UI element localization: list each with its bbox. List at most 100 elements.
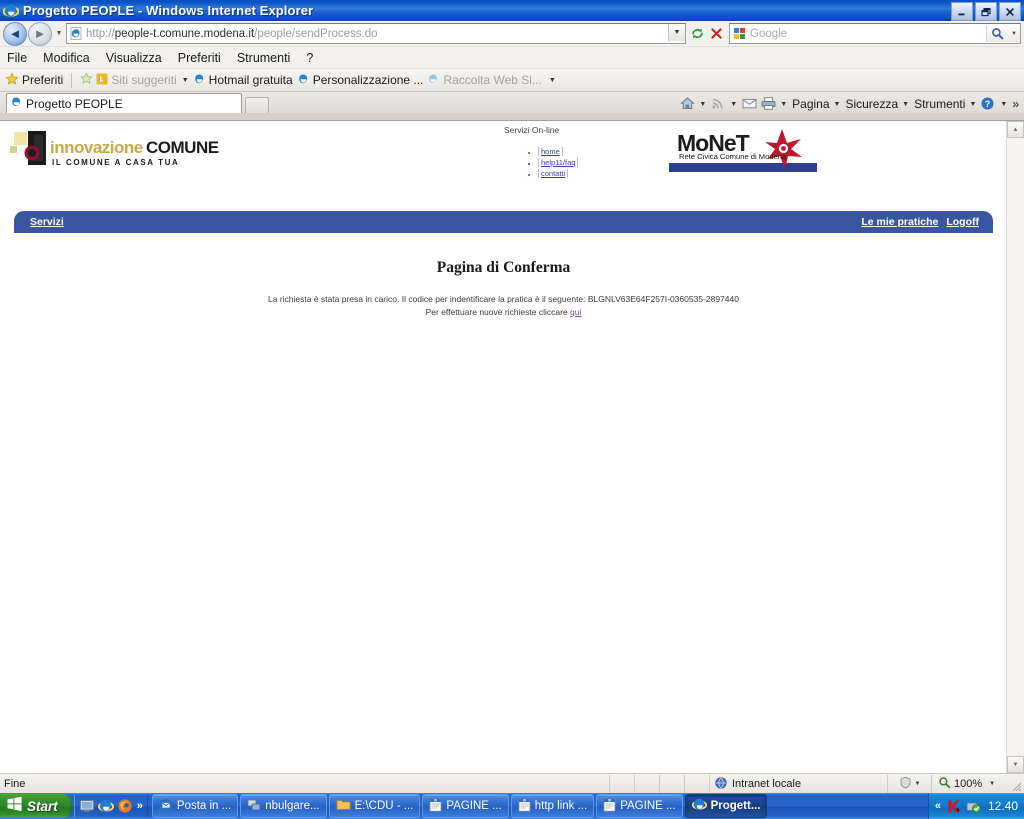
taskbar-item-label: http link ...	[534, 800, 588, 812]
print-dropdown-button[interactable]: ▼	[780, 101, 787, 108]
search-go-button[interactable]	[986, 25, 1008, 42]
taskbar-item-nbulgare[interactable]: nbulgare...	[240, 794, 327, 818]
command-bar-overflow[interactable]: »	[1011, 97, 1020, 111]
vertical-scrollbar[interactable]: ▲ ▼	[1006, 121, 1024, 773]
refresh-button[interactable]	[688, 24, 707, 43]
favorite-siti-suggeriti[interactable]: Siti suggeriti ▼	[80, 72, 189, 88]
taskbar-item-pagine-2[interactable]: W PAGINE ...	[596, 794, 683, 818]
list-item: contatti	[538, 169, 578, 178]
quick-launch-bar: »	[73, 795, 148, 817]
show-desktop-icon[interactable]	[79, 798, 95, 814]
word-icon: W	[518, 797, 531, 815]
rss-icon[interactable]	[710, 96, 727, 112]
menu-help[interactable]: ?	[306, 51, 313, 65]
status-spacer-2	[635, 775, 660, 793]
favorites-button[interactable]: Preferiti	[5, 71, 64, 89]
feeds-dropdown-button[interactable]: ▼	[730, 101, 737, 108]
search-provider-dropdown[interactable]: ▼	[1008, 25, 1020, 42]
sicurezza-dropdown-icon[interactable]: ▼	[902, 101, 909, 108]
globe-icon	[714, 776, 728, 793]
resize-grip[interactable]	[1010, 780, 1022, 792]
back-button[interactable]: ◄	[3, 21, 27, 46]
chevron-down-icon[interactable]: ▼	[915, 781, 921, 787]
tray-expand-button[interactable]: «	[935, 800, 941, 812]
cmd-sicurezza[interactable]: Sicurezza	[844, 97, 899, 111]
home-dropdown-button[interactable]: ▼	[699, 101, 706, 108]
ie-icon	[691, 797, 707, 815]
taskbar-item-progetto-people[interactable]: Progett...	[684, 794, 768, 818]
favorites-label: Preferiti	[22, 73, 64, 87]
header-link-help-faq[interactable]: help11/faq	[538, 158, 579, 167]
search-input[interactable]: Google	[750, 28, 986, 40]
page-favicon-icon	[70, 27, 83, 40]
menu-bar: File Modifica Visualizza Preferiti Strum…	[0, 47, 1024, 68]
close-button[interactable]	[999, 2, 1021, 21]
help-icon[interactable]: ?	[980, 96, 997, 112]
page-content-area: innovazione COMUNE IL COMUNE A CASA TUA …	[0, 121, 1008, 773]
favorite-raccolta-web-slice[interactable]: Raccolta Web Sl...	[428, 73, 542, 88]
header-link-contatti[interactable]: contatti	[538, 169, 569, 178]
recent-pages-button[interactable]: ▼	[52, 23, 66, 45]
chevron-down-icon[interactable]: ▼	[182, 77, 189, 84]
address-dropdown-button[interactable]: ▼	[668, 24, 685, 41]
nav-link-logoff[interactable]: Logoff	[946, 216, 979, 228]
address-input[interactable]: http://people-t.comune.modena.it/people/…	[66, 23, 686, 44]
menu-strumenti[interactable]: Strumenti	[237, 51, 291, 65]
stop-button[interactable]	[707, 24, 726, 43]
list-item: help11/faq	[538, 158, 579, 167]
header-links-list: home help11/faq contatti	[524, 147, 579, 180]
forward-button[interactable]: ►	[28, 21, 52, 46]
taskbar-clock[interactable]: 12.40	[988, 799, 1018, 813]
ie-icon[interactable]	[97, 798, 114, 814]
ie-logo-icon	[2, 3, 20, 19]
zoom-dropdown-icon[interactable]: ▼	[989, 781, 995, 787]
pagina-dropdown-icon[interactable]: ▼	[834, 101, 841, 108]
strumenti-dropdown-icon[interactable]: ▼	[969, 101, 976, 108]
word-icon: W	[429, 797, 442, 815]
minimize-button[interactable]	[951, 2, 973, 21]
tab-progetto-people[interactable]: Progetto PEOPLE	[6, 93, 242, 113]
protected-mode-indicator[interactable]: ▼	[888, 775, 932, 793]
scroll-down-button[interactable]: ▼	[1007, 756, 1024, 773]
star-icon	[5, 71, 19, 89]
ie-icon	[298, 73, 310, 88]
favorite-hotmail[interactable]: Hotmail gratuita	[194, 73, 293, 88]
taskbar-item-posta[interactable]: Posta in ...	[151, 794, 239, 818]
restore-button[interactable]	[975, 2, 997, 21]
menu-file[interactable]: File	[7, 51, 27, 65]
forward-arrow-icon: ►	[33, 26, 47, 41]
taskbar-item-http-link[interactable]: W http link ...	[510, 794, 595, 818]
kaspersky-icon[interactable]	[946, 799, 961, 814]
nav-link-servizi[interactable]: Servizi	[30, 216, 64, 228]
mail-icon[interactable]	[741, 96, 758, 112]
scroll-up-button[interactable]: ▲	[1007, 121, 1024, 138]
favorite-personalizzazione[interactable]: Personalizzazione ...	[298, 73, 423, 88]
menu-preferiti[interactable]: Preferiti	[178, 51, 221, 65]
new-tab-button[interactable]	[245, 97, 269, 113]
back-arrow-icon: ◄	[8, 26, 22, 41]
cmd-pagina[interactable]: Pagina	[791, 97, 830, 111]
menu-visualizza[interactable]: Visualizza	[106, 51, 162, 65]
taskbar-item-cdu-folder[interactable]: E:\CDU - ...	[328, 794, 421, 818]
ie-icon	[194, 73, 206, 88]
cmd-strumenti[interactable]: Strumenti	[913, 97, 966, 111]
start-button[interactable]: Start	[0, 794, 72, 818]
nav-link-le-mie-pratiche[interactable]: Le mie pratiche	[861, 216, 938, 228]
home-icon[interactable]	[679, 96, 696, 112]
taskbar-item-pagine-1[interactable]: W PAGINE ...	[422, 794, 509, 818]
help-dropdown-button[interactable]: ▼	[1000, 101, 1007, 108]
new-request-link[interactable]: qui	[570, 307, 581, 317]
scrollbar-track[interactable]	[1007, 138, 1024, 756]
print-icon[interactable]	[760, 96, 777, 112]
word-icon: W	[603, 797, 616, 815]
updates-icon[interactable]	[966, 799, 981, 814]
security-icon	[899, 776, 912, 792]
favorites-overflow-button[interactable]: ▼	[549, 77, 556, 84]
window-title: Progetto PEOPLE - Windows Internet Explo…	[23, 3, 314, 18]
security-zone[interactable]: Intranet locale	[710, 775, 888, 793]
menu-modifica[interactable]: Modifica	[43, 51, 90, 65]
firefox-icon[interactable]	[117, 798, 133, 814]
search-box[interactable]: Google ▼	[729, 23, 1021, 44]
header-link-home[interactable]: home	[538, 147, 563, 156]
quick-launch-overflow[interactable]: »	[137, 800, 143, 812]
